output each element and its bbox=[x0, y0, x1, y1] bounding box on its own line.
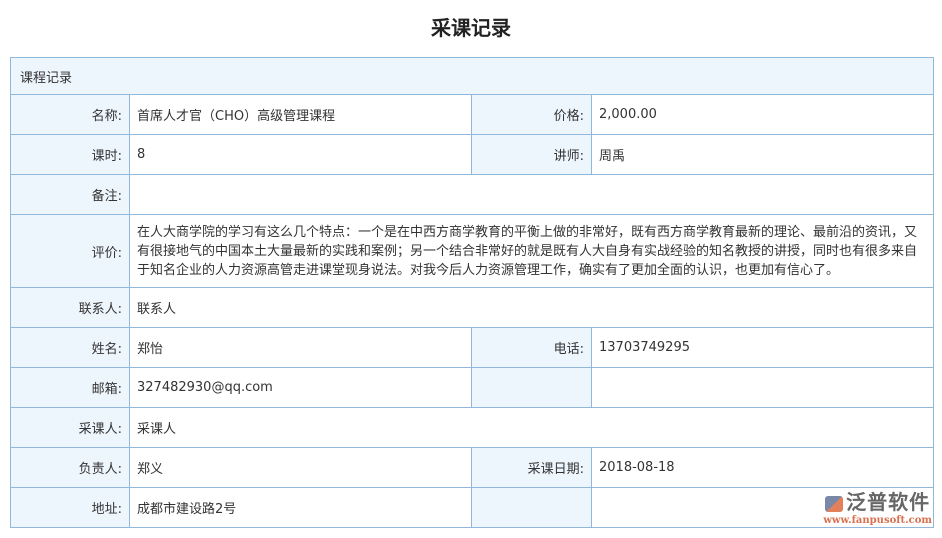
contact-label: 联系人: bbox=[10, 287, 130, 328]
empty-label-2 bbox=[471, 487, 592, 528]
review-label: 评价: bbox=[10, 214, 130, 288]
hours-label: 课时: bbox=[10, 134, 130, 175]
buyer-value: 采课人 bbox=[129, 407, 934, 448]
empty-label bbox=[471, 367, 592, 408]
hours-value: 8 bbox=[129, 134, 472, 175]
logo-name: 泛普软件 bbox=[846, 490, 931, 514]
address-label: 地址: bbox=[10, 487, 130, 528]
address-value: 成都市建设路2号 bbox=[129, 487, 472, 528]
person-label: 姓名: bbox=[10, 327, 130, 368]
phone-label: 电话: bbox=[471, 327, 592, 368]
teacher-label: 讲师: bbox=[471, 134, 592, 175]
remark-value bbox=[129, 174, 934, 215]
phone-value: 13703749295 bbox=[591, 327, 934, 368]
remark-label: 备注: bbox=[10, 174, 130, 215]
owner-value: 郑义 bbox=[129, 447, 472, 488]
logo-url: www.fanpusoft.com bbox=[823, 515, 932, 526]
section-header: 课程记录 bbox=[10, 57, 934, 95]
name-label: 名称: bbox=[10, 94, 130, 135]
price-label: 价格: bbox=[471, 94, 592, 135]
price-value: 2,000.00 bbox=[591, 94, 934, 135]
logo-mark-icon bbox=[825, 495, 844, 512]
empty-value bbox=[591, 367, 934, 408]
review-value: 在人大商学院的学习有这么几个特点：一个是在中西方商学教育的平衡上做的非常好，既有… bbox=[129, 214, 934, 288]
email-label: 邮箱: bbox=[10, 367, 130, 408]
name-value: 首席人才官（CHO）高级管理课程 bbox=[129, 94, 472, 135]
date-label: 采课日期: bbox=[471, 447, 592, 488]
teacher-value: 周禹 bbox=[591, 134, 934, 175]
buyer-label: 采课人: bbox=[10, 407, 130, 448]
course-record-table: 课程记录 名称: 首席人才官（CHO）高级管理课程 价格: 2,000.00 课时: 8… bbox=[10, 57, 934, 528]
contact-value: 联系人 bbox=[129, 287, 934, 328]
fanpusoft-logo: 泛普软件 www.fanpusoft.com bbox=[823, 486, 932, 526]
person-value: 郑怡 bbox=[129, 327, 472, 368]
page-title: 采课记录 bbox=[431, 16, 511, 40]
owner-label: 负责人: bbox=[10, 447, 130, 488]
email-value: 327482930@qq.com bbox=[129, 367, 472, 408]
date-value: 2018-08-18 bbox=[591, 447, 934, 488]
